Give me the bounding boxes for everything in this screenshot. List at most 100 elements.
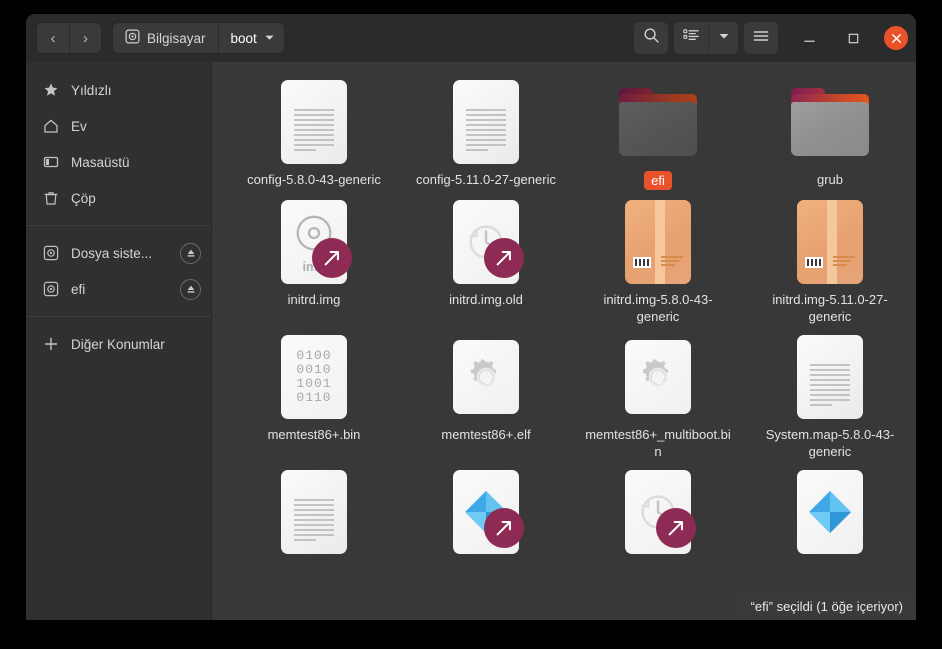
sidebar-item-filesystem[interactable]: Dosya siste... — [26, 235, 211, 271]
chevron-down-icon — [718, 29, 730, 47]
file-icon-wrap — [447, 80, 525, 164]
file-icon-wrap — [791, 200, 869, 284]
file-label: config-5.8.0-43-generic — [247, 172, 381, 187]
search-button[interactable] — [634, 22, 668, 54]
folder-icon — [791, 88, 869, 156]
file-icon-wrap — [619, 335, 697, 419]
breadcrumb-label-computer: Bilgisayar — [147, 30, 206, 46]
eject-icon — [187, 249, 194, 257]
file-item[interactable] — [400, 466, 572, 561]
status-bar-text: “efi” seçildi (1 öğe içeriyor) — [750, 599, 903, 614]
trash-icon — [42, 190, 59, 207]
file-label: memtest86+.bin — [267, 427, 361, 442]
sidebar-item-label: Yıldızlı — [71, 82, 112, 98]
sidebar: Yıldızlı Ev Masaüstü Çöp Dosya siste... … — [26, 62, 212, 620]
file-item[interactable]: img initrd.img — [228, 196, 400, 325]
home-icon — [42, 118, 59, 135]
header-left-group: ‹ › Bilgisayar boot — [36, 22, 285, 54]
minimize-button[interactable] — [796, 25, 822, 51]
file-item[interactable]: initrd.img-5.8.0-43-generic — [572, 196, 744, 325]
back-chevron-icon: ‹ — [50, 29, 56, 47]
breadcrumb-item-boot[interactable]: boot — [217, 23, 284, 53]
forward-chevron-icon: › — [83, 29, 88, 47]
sidebar-item-label: Ev — [71, 118, 87, 134]
sidebar-item-starred[interactable]: Yıldızlı — [26, 72, 211, 108]
file-label: memtest86+.elf — [441, 427, 531, 442]
eject-button-filesystem[interactable] — [180, 242, 201, 264]
file-label: initrd.img-5.11.0-27-generic — [772, 292, 888, 324]
file-item[interactable]: initrd.img.old — [400, 196, 572, 325]
sidebar-divider — [26, 225, 211, 226]
file-item[interactable]: grub — [744, 76, 916, 190]
file-label: config-5.11.0-27-generic — [416, 172, 556, 187]
file-label: System.map-5.8.0-43-generic — [765, 427, 895, 459]
maximize-button[interactable] — [840, 25, 866, 51]
file-icon-wrap — [791, 80, 869, 164]
chevron-down-icon — [264, 31, 275, 46]
executable-gear-icon — [453, 340, 519, 414]
file-grid: config-5.8.0-43-generic config-5.11.0-27… — [212, 76, 916, 561]
file-label: grub — [816, 172, 844, 187]
window-body: Yıldızlı Ev Masaüstü Çöp Dosya siste... … — [26, 62, 916, 620]
sidebar-item-other-locations[interactable]: Diğer Konumlar — [26, 326, 211, 362]
file-item[interactable]: 0100 0010 1001 0110 memtest86+.bin — [228, 331, 400, 460]
text-document-icon — [281, 470, 347, 554]
sidebar-item-label: Çöp — [71, 190, 96, 206]
sidebar-item-trash[interactable]: Çöp — [26, 180, 211, 216]
executable-gear-icon — [625, 340, 691, 414]
file-item[interactable]: memtest86+.elf — [400, 331, 572, 460]
header-bar: ‹ › Bilgisayar boot — [26, 14, 916, 62]
sidebar-divider — [26, 316, 211, 317]
file-item[interactable]: memtest86+_multiboot.bin — [572, 331, 744, 460]
forward-button[interactable]: › — [69, 23, 101, 53]
text-document-icon — [453, 80, 519, 164]
close-button[interactable] — [884, 26, 908, 50]
file-icon-wrap — [447, 335, 525, 419]
main-menu-button[interactable] — [744, 22, 778, 54]
sidebar-item-desktop[interactable]: Masaüstü — [26, 144, 211, 180]
back-button[interactable]: ‹ — [37, 23, 69, 53]
breadcrumb-label-boot: boot — [230, 30, 257, 46]
folder-icon — [619, 88, 697, 156]
binary-rows: 0100 0010 1001 0110 — [296, 348, 332, 405]
file-icon-wrap — [619, 80, 697, 164]
symlink-badge-icon — [656, 508, 696, 548]
file-item[interactable] — [228, 466, 400, 561]
file-label: initrd.img — [287, 292, 341, 307]
binary-file-icon: 0100 0010 1001 0110 — [281, 335, 347, 419]
view-options-dropdown-button[interactable] — [708, 22, 738, 54]
file-icon-wrap — [791, 335, 869, 419]
symlink-badge-icon — [312, 238, 352, 278]
file-item[interactable] — [572, 466, 744, 561]
breadcrumb-item-computer[interactable]: Bilgisayar — [113, 23, 218, 53]
hamburger-menu-icon — [752, 27, 770, 50]
file-item[interactable]: initrd.img-5.11.0-27-generic — [744, 196, 916, 325]
sidebar-item-home[interactable]: Ev — [26, 108, 211, 144]
desktop-icon — [42, 154, 59, 171]
file-label: initrd.img.old — [449, 292, 523, 307]
file-item[interactable]: System.map-5.8.0-43-generic — [744, 331, 916, 460]
sidebar-item-label: efi — [71, 281, 86, 297]
disk-icon — [42, 245, 59, 262]
file-item[interactable] — [744, 466, 916, 561]
file-icon-wrap — [619, 470, 697, 554]
view-mode-group — [674, 22, 738, 54]
file-manager-window: ‹ › Bilgisayar boot Yıldızlı Ev Masaüstü… — [26, 14, 916, 620]
sidebar-item-label: Diğer Konumlar — [71, 336, 165, 352]
file-label-selected: efi — [644, 171, 672, 190]
file-item[interactable]: efi — [572, 76, 744, 190]
breadcrumb: Bilgisayar boot — [112, 22, 285, 54]
status-bar: “efi” seçildi (1 öğe içeriyor) — [737, 594, 916, 620]
archive-package-icon — [625, 200, 691, 284]
file-item[interactable]: config-5.8.0-43-generic — [228, 76, 400, 190]
sidebar-item-efi[interactable]: efi — [26, 271, 211, 307]
file-icon-wrap — [447, 200, 525, 284]
list-view-button[interactable] — [674, 22, 708, 54]
file-icon-wrap: img — [275, 200, 353, 284]
eject-icon — [187, 285, 194, 293]
navigation-buttons: ‹ › — [36, 22, 102, 54]
eject-button-efi[interactable] — [180, 278, 201, 300]
file-grid-view[interactable]: config-5.8.0-43-generic config-5.11.0-27… — [212, 62, 916, 620]
symlink-badge-icon — [484, 508, 524, 548]
file-item[interactable]: config-5.11.0-27-generic — [400, 76, 572, 190]
